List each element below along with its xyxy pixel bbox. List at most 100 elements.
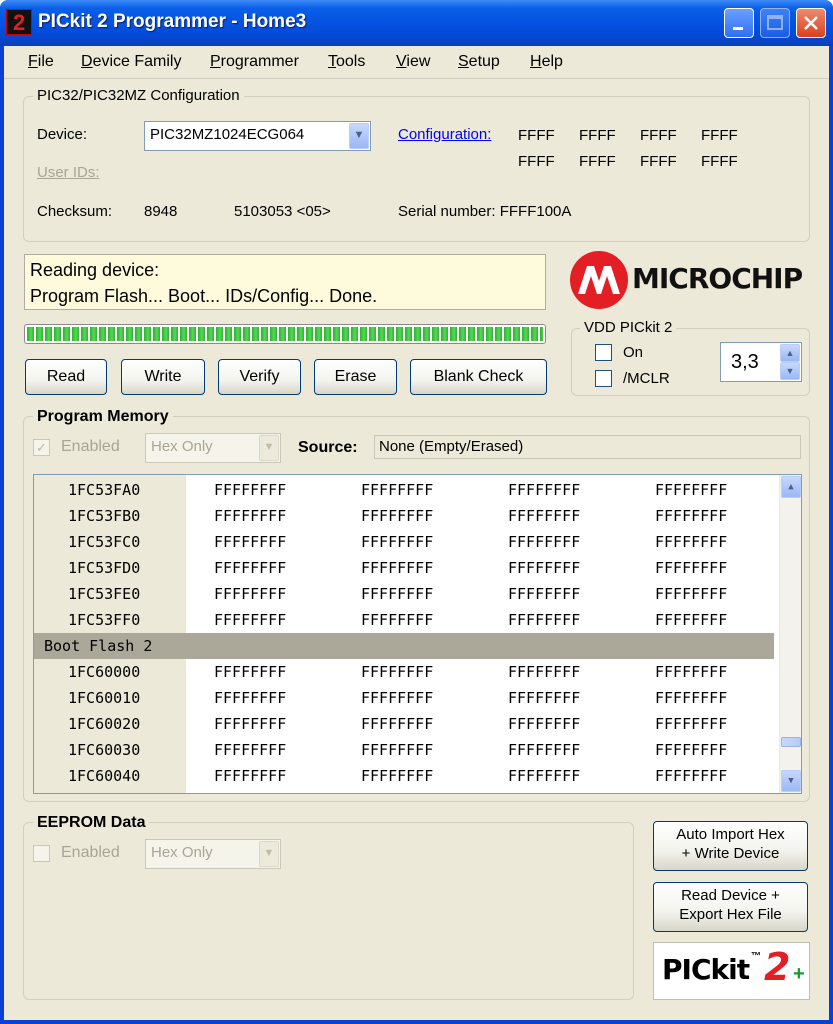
close-button[interactable] bbox=[796, 8, 826, 38]
memory-cell[interactable]: FFFFFFFF bbox=[508, 555, 580, 581]
memory-cell[interactable]: FFFFFFFF bbox=[508, 477, 580, 503]
memory-cell[interactable]: FFFFFFFF bbox=[361, 607, 433, 633]
menu-device-family[interactable]: Device Family bbox=[81, 53, 181, 71]
progress-fill bbox=[27, 327, 543, 341]
read-export-hex-button[interactable]: Read Device + Export Hex File bbox=[653, 882, 808, 932]
config-word: FFFF bbox=[701, 127, 738, 144]
menu-help[interactable]: Help bbox=[530, 53, 563, 71]
vdd-voltage-value[interactable]: 3,3 bbox=[731, 351, 759, 374]
memory-cell[interactable]: FFFFFFFF bbox=[214, 555, 286, 581]
pickit2-app-icon[interactable]: 2 bbox=[6, 9, 32, 35]
scroll-up-icon[interactable]: ▲ bbox=[781, 476, 801, 498]
verify-button[interactable]: Verify bbox=[218, 359, 301, 395]
memory-address: 1FC53FC0 bbox=[68, 533, 141, 551]
memory-cell[interactable]: FFFFFFFF bbox=[214, 763, 286, 789]
memory-cell[interactable]: FFFFFFFF bbox=[655, 659, 727, 685]
menu-programmer[interactable]: Programmer bbox=[210, 53, 299, 71]
minimize-icon bbox=[733, 27, 743, 30]
memory-cell[interactable]: FFFFFFFF bbox=[508, 763, 580, 789]
memory-cell[interactable]: FFFFFFFF bbox=[655, 737, 727, 763]
scrollbar-thumb[interactable] bbox=[781, 737, 801, 747]
memory-cell[interactable]: FFFFFFFF bbox=[655, 685, 727, 711]
chevron-down-icon[interactable]: ▼ bbox=[259, 435, 279, 461]
memory-cell[interactable]: FFFFFFFF bbox=[655, 503, 727, 529]
menu-tools[interactable]: Tools bbox=[328, 53, 365, 71]
memory-cell[interactable]: FFFFFFFF bbox=[508, 685, 580, 711]
read-button[interactable]: Read bbox=[25, 359, 107, 395]
menu-setup[interactable]: Setup bbox=[458, 53, 500, 71]
memory-cell[interactable]: FFFFFFFF bbox=[361, 555, 433, 581]
memory-cell[interactable]: FFFFFFFF bbox=[361, 529, 433, 555]
vdd-on-checkbox[interactable] bbox=[595, 344, 612, 361]
minimize-button[interactable] bbox=[724, 8, 754, 38]
auto-import-line-2: + Write Device bbox=[681, 845, 780, 862]
chevron-down-icon[interactable]: ▼ bbox=[349, 123, 369, 149]
memory-cell[interactable]: FFFFFFFF bbox=[361, 659, 433, 685]
spin-down-icon[interactable]: ▼ bbox=[780, 362, 800, 380]
memory-cell[interactable]: FFFFFFFF bbox=[361, 685, 433, 711]
memory-cell[interactable]: FFFFFFFF bbox=[214, 581, 286, 607]
memory-cell[interactable]: FFFFFFFF bbox=[508, 659, 580, 685]
eeprom-format-value: Hex Only bbox=[151, 844, 213, 861]
eeprom-format-select[interactable]: Hex Only ▼ bbox=[145, 839, 281, 869]
memory-cell[interactable]: FFFFFFFF bbox=[214, 529, 286, 555]
memory-cell[interactable]: FFFFFFFF bbox=[214, 659, 286, 685]
memory-cell[interactable]: FFFFFFFF bbox=[655, 581, 727, 607]
mclr-checkbox[interactable] bbox=[595, 370, 612, 387]
memory-cell[interactable]: FFFFFFFF bbox=[508, 529, 580, 555]
menu-view[interactable]: View bbox=[396, 53, 430, 71]
memory-cell[interactable]: FFFFFFFF bbox=[655, 555, 727, 581]
memory-cell[interactable]: FFFFFFFF bbox=[508, 711, 580, 737]
memory-row: 1FC53FA0 FFFFFFFF FFFFFFFF FFFFFFFF FFFFFFFF bbox=[34, 477, 774, 503]
memory-cell[interactable]: FFFFFFFF bbox=[214, 711, 286, 737]
eeprom-label: EEPROM Data bbox=[33, 814, 150, 832]
progress-bar bbox=[24, 324, 546, 344]
memory-cell[interactable]: FFFFFFFF bbox=[214, 477, 286, 503]
memory-cell[interactable]: FFFFFFFF bbox=[508, 737, 580, 763]
memory-cell[interactable]: FFFFFFFF bbox=[361, 477, 433, 503]
memory-cell[interactable]: FFFFFFFF bbox=[361, 763, 433, 789]
auto-import-write-button[interactable]: Auto Import Hex + Write Device bbox=[653, 821, 808, 871]
menu-file[interactable]: File bbox=[28, 53, 54, 71]
scroll-down-icon[interactable]: ▼ bbox=[781, 770, 801, 792]
memory-cell[interactable]: FFFFFFFF bbox=[214, 737, 286, 763]
memory-cell[interactable]: FFFFFFFF bbox=[361, 503, 433, 529]
maximize-button[interactable] bbox=[760, 8, 790, 38]
memory-cell[interactable]: FFFFFFFF bbox=[508, 503, 580, 529]
erase-button[interactable]: Erase bbox=[314, 359, 397, 395]
configuration-link[interactable]: Configuration: bbox=[398, 126, 491, 143]
memory-cell[interactable]: FFFFFFFF bbox=[655, 529, 727, 555]
write-button[interactable]: Write bbox=[121, 359, 205, 395]
memory-cell[interactable]: FFFFFFFF bbox=[214, 503, 286, 529]
memory-cell[interactable]: FFFFFFFF bbox=[361, 711, 433, 737]
memory-cell[interactable]: FFFFFFFF bbox=[214, 607, 286, 633]
status-box: Reading device: Program Flash... Boot...… bbox=[24, 254, 546, 310]
memory-cell[interactable]: FFFFFFFF bbox=[508, 581, 580, 607]
vdd-voltage-spinner[interactable]: 3,3 ▲ ▼ bbox=[720, 342, 802, 382]
program-memory-grid[interactable]: 1FC53FA0 FFFFFFFF FFFFFFFF FFFFFFFF FFFFFFFF… bbox=[33, 474, 802, 794]
memory-cell[interactable]: FFFFFFFF bbox=[655, 607, 727, 633]
memory-cell[interactable]: FFFFFFFF bbox=[361, 737, 433, 763]
memory-cell[interactable]: FFFFFFFF bbox=[214, 685, 286, 711]
spin-up-icon[interactable]: ▲ bbox=[780, 344, 800, 362]
memory-cell[interactable]: FFFFFFFF bbox=[655, 477, 727, 503]
chevron-down-icon[interactable]: ▼ bbox=[259, 841, 279, 867]
program-memory-format-select[interactable]: Hex Only ▼ bbox=[145, 433, 281, 463]
eeprom-enabled-checkbox[interactable] bbox=[33, 845, 50, 862]
config-word: FFFF bbox=[640, 153, 677, 170]
device-select[interactable]: PIC32MZ1024ECG064 ▼ bbox=[144, 121, 371, 151]
memory-address: 1FC53FA0 bbox=[68, 481, 141, 499]
memory-address: 1FC53FB0 bbox=[68, 507, 141, 525]
title-bar[interactable]: 2 PICkit 2 Programmer - Home3 bbox=[0, 0, 833, 46]
program-memory-enabled-checkbox[interactable]: ✓ bbox=[33, 439, 50, 456]
memory-cell[interactable]: FFFFFFFF bbox=[655, 763, 727, 789]
blank-check-button[interactable]: Blank Check bbox=[410, 359, 547, 395]
memory-row: 1FC60040 FFFFFFFF FFFFFFFF FFFFFFFF FFFFFFFF bbox=[34, 763, 774, 789]
user-ids-link[interactable]: User IDs: bbox=[37, 164, 100, 181]
vertical-scrollbar[interactable]: ▲ ▼ bbox=[779, 475, 801, 793]
memory-cell[interactable]: FFFFFFFF bbox=[508, 607, 580, 633]
memory-row: 1FC60000 FFFFFFFF FFFFFFFF FFFFFFFF FFFFFFFF bbox=[34, 659, 774, 685]
vdd-group-label: VDD PICkit 2 bbox=[580, 319, 677, 336]
memory-cell[interactable]: FFFFFFFF bbox=[655, 711, 727, 737]
memory-cell[interactable]: FFFFFFFF bbox=[361, 581, 433, 607]
